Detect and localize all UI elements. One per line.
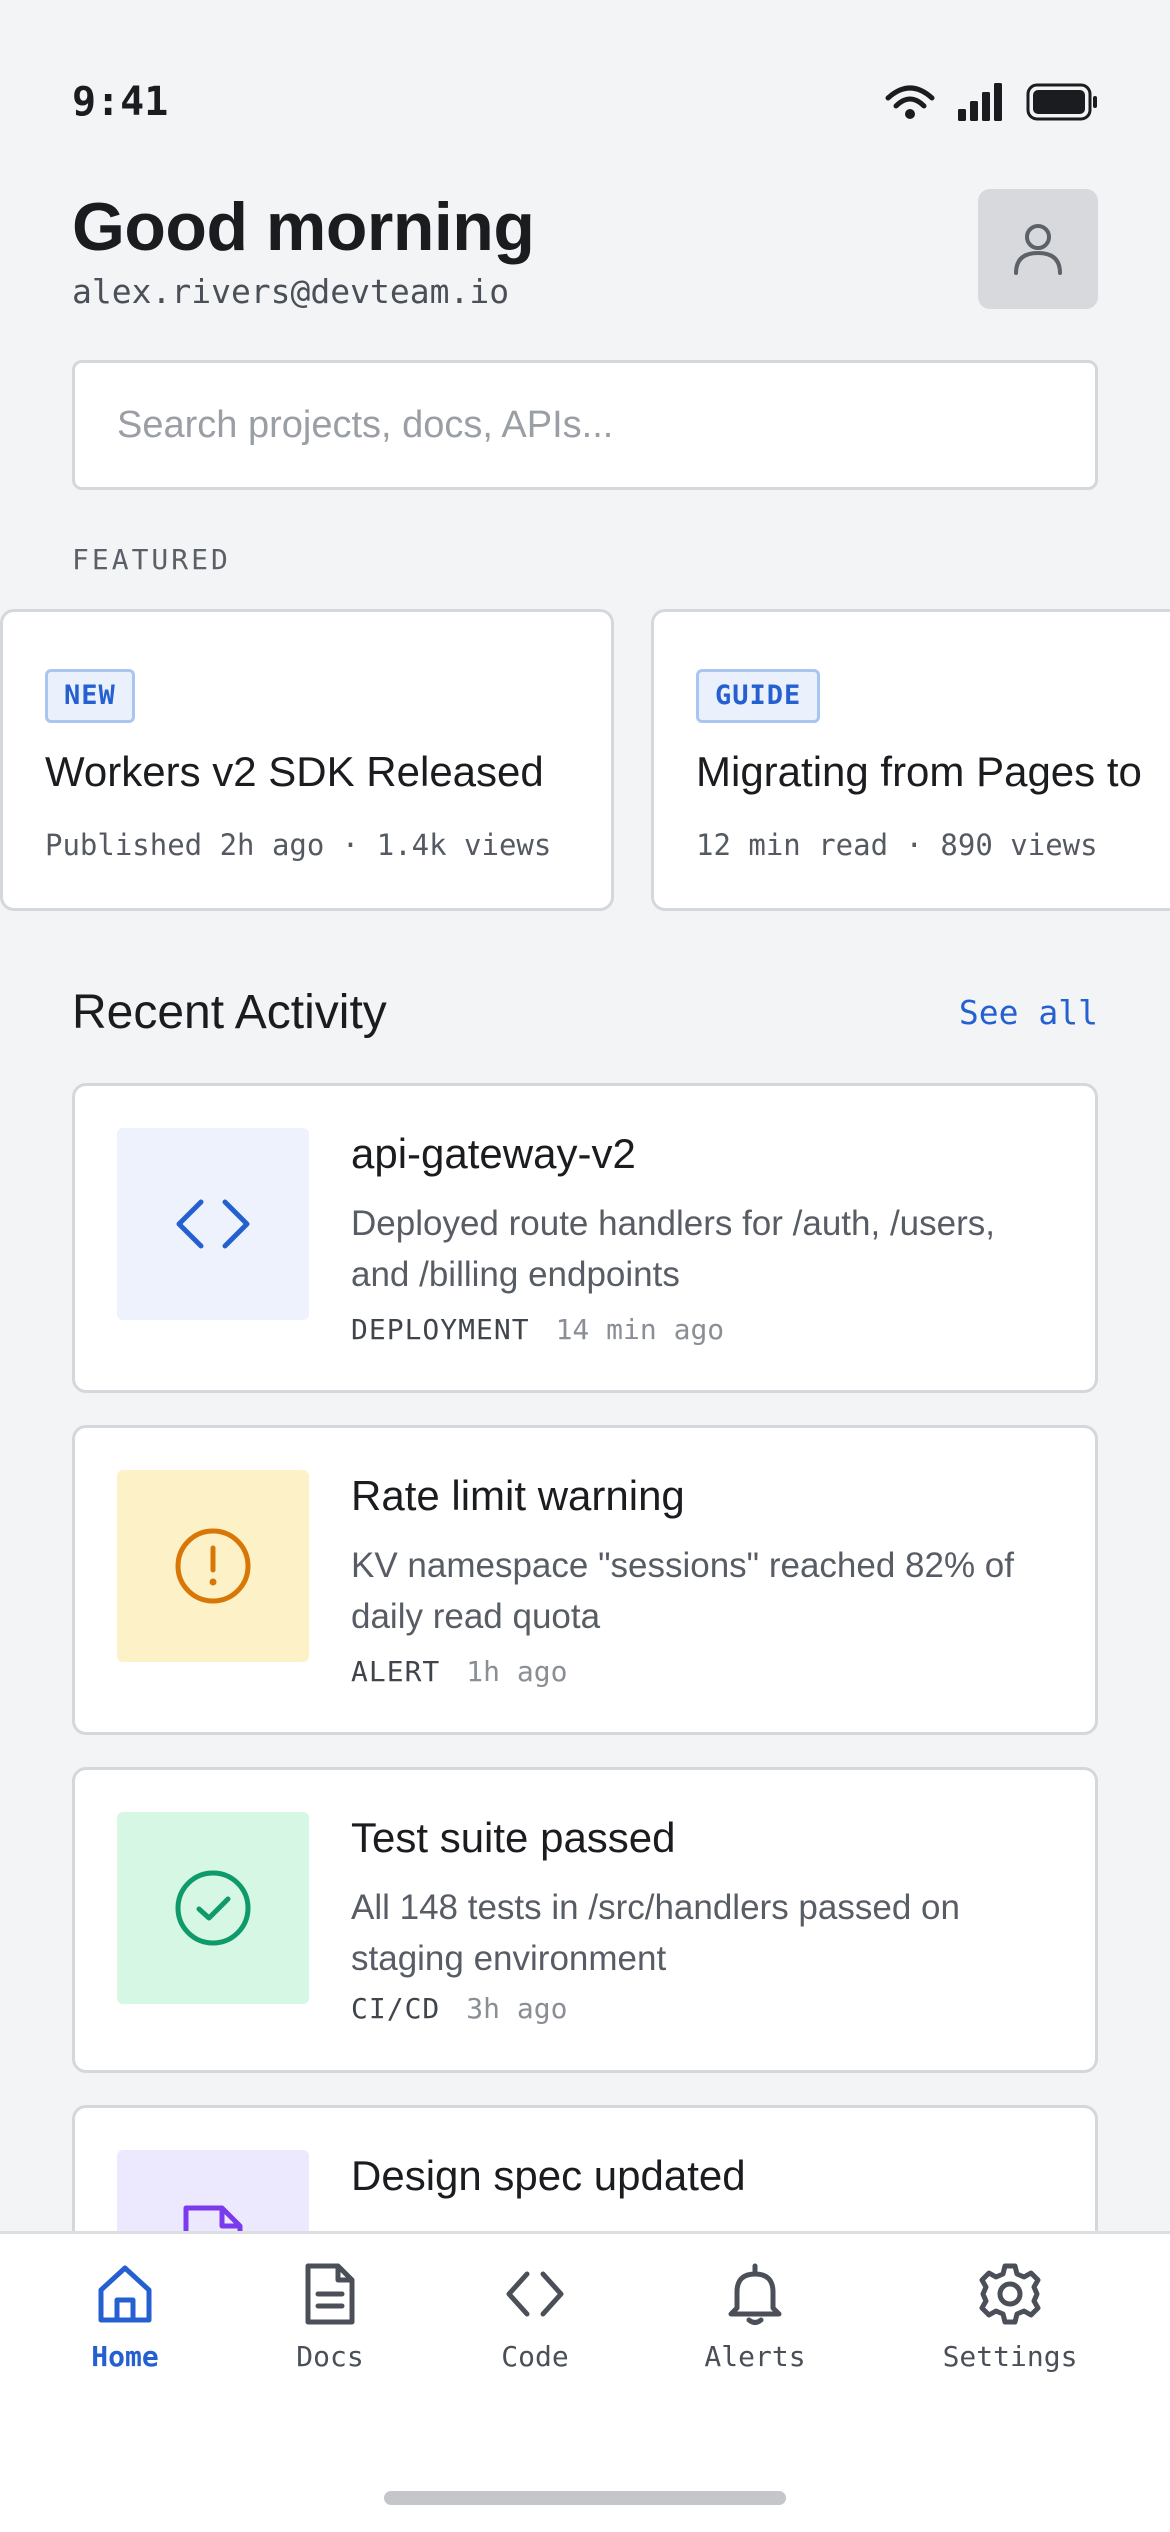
recent-activity-title: Recent Activity: [72, 986, 387, 1039]
activity-time: 14 min ago: [555, 1313, 725, 1346]
status-time: 9:41: [72, 79, 169, 125]
gear-icon: [979, 2263, 1041, 2325]
nav-alerts[interactable]: Alerts: [655, 2262, 855, 2373]
activity-title: Test suite passed: [351, 1814, 676, 1861]
activity-type: DEPLOYMENT: [351, 1313, 530, 1346]
search-input[interactable]: [72, 360, 1098, 490]
featured-badge: GUIDE: [696, 669, 821, 723]
nav-settings[interactable]: Settings: [910, 2262, 1110, 2373]
nav-code[interactable]: Code: [435, 2262, 635, 2373]
activity-description: Deployed route handlers for /auth, /user…: [351, 1204, 995, 1294]
alert-circle-icon: [175, 1528, 251, 1604]
activity-meta: ALERT 1h ago: [351, 1655, 567, 1688]
activity-title: api-gateway-v2: [351, 1130, 636, 1177]
activity-time: 3h ago: [466, 1992, 568, 2025]
greeting-title: Good morning: [72, 189, 535, 265]
code-icon: [506, 2271, 564, 2317]
battery-icon: [1026, 83, 1097, 121]
activity-type: ALERT: [351, 1655, 441, 1688]
activity-type: CI/CD: [351, 1992, 441, 2025]
nav-label: Settings: [942, 2340, 1078, 2373]
nav-label: Alerts: [704, 2340, 806, 2373]
featured-meta: Published 2h ago · 1.4k views: [45, 828, 552, 862]
user-icon: [1014, 224, 1062, 275]
status-bar: 9:41: [72, 72, 1098, 132]
code-icon: [176, 1199, 250, 1249]
nav-docs[interactable]: Docs: [230, 2262, 430, 2373]
nav-label: Home: [91, 2340, 159, 2373]
docs-icon: [305, 2263, 355, 2325]
featured-card[interactable]: GUIDE Migrating from Pages to 12 min rea…: [651, 609, 1170, 911]
home-icon: [98, 2265, 152, 2323]
activity-meta: DEPLOYMENT 14 min ago: [351, 1313, 724, 1346]
signal-icon: [958, 83, 1002, 121]
activity-meta: CI/CD 3h ago: [351, 1992, 567, 2025]
activity-icon-box: [117, 1812, 309, 2004]
activity-time: 1h ago: [466, 1655, 568, 1688]
activity-description: KV namespace "sessions" reached 82% of d…: [351, 1546, 1015, 1636]
featured-card[interactable]: NEW Workers v2 SDK Released Published 2h…: [0, 609, 614, 911]
wifi-icon: [885, 85, 935, 119]
featured-badge: NEW: [45, 669, 135, 723]
nav-home[interactable]: Home: [25, 2262, 225, 2373]
user-email: alex.rivers@devteam.io: [72, 272, 510, 311]
featured-section-label: FEATURED: [72, 543, 231, 576]
activity-card[interactable]: Test suite passed All 148 tests in /src/…: [72, 1767, 1098, 2073]
bell-icon: [728, 2263, 782, 2325]
featured-meta: 12 min read · 890 views: [696, 828, 1098, 862]
activity-card[interactable]: Rate limit warning KV namespace "session…: [72, 1425, 1098, 1735]
check-circle-icon: [175, 1870, 251, 1946]
activity-title: Rate limit warning: [351, 1472, 685, 1519]
featured-title: Migrating from Pages to: [696, 748, 1142, 795]
activity-description: All 148 tests in /src/handlers passed on…: [351, 1888, 960, 1978]
activity-title: Design spec updated: [351, 2152, 746, 2199]
activity-card[interactable]: api-gateway-v2 Deployed route handlers f…: [72, 1083, 1098, 1393]
status-icons: [884, 82, 1098, 122]
featured-title: Workers v2 SDK Released: [45, 748, 544, 795]
nav-label: Docs: [296, 2340, 364, 2373]
bottom-nav: Home Docs Code Alerts Settings: [0, 2231, 1170, 2532]
see-all-link[interactable]: See all: [959, 993, 1098, 1032]
activity-icon-box: [117, 1128, 309, 1320]
profile-button[interactable]: [978, 189, 1098, 309]
home-indicator[interactable]: [384, 2491, 786, 2505]
activity-icon-box: [117, 1470, 309, 1662]
nav-label: Code: [501, 2340, 569, 2373]
